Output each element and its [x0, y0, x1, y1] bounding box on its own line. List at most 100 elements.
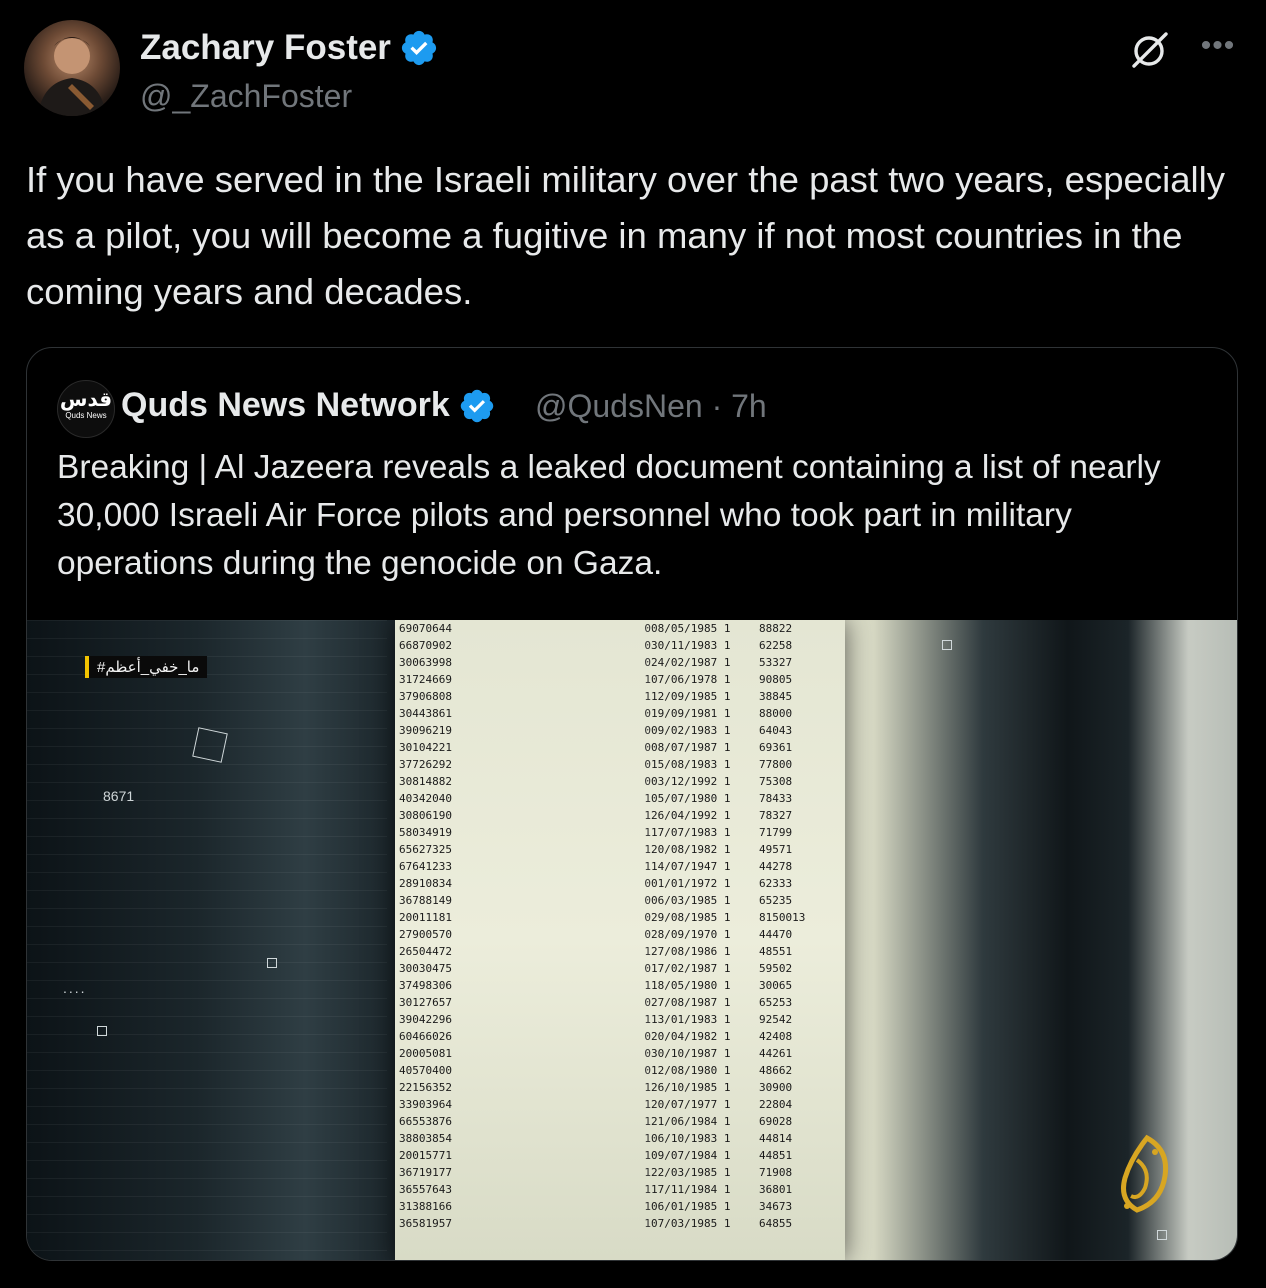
- document-cell: 37726292: [399, 758, 452, 771]
- document-cell: 30900: [759, 1081, 793, 1094]
- document-cell: 44470: [759, 928, 793, 941]
- author-handle[interactable]: @_ZachFoster: [140, 78, 352, 115]
- quote-separator: ·: [711, 388, 723, 424]
- document-cell: 27/08/1986 1: [651, 945, 731, 958]
- document-cell: 39042296: [399, 1013, 452, 1026]
- document-row: 67641233 1 14/07/1947 1 44278: [395, 858, 845, 875]
- document-cell: 22804: [759, 1098, 793, 1111]
- document-rows: 69070644 0 08/05/1985 1 88822 66870902 0 30/11…: [395, 620, 845, 1232]
- document-cell: 09/07/1984 1: [651, 1149, 731, 1162]
- document-cell: 24/02/1987 1: [651, 656, 731, 669]
- document-cell: 65235: [759, 894, 793, 907]
- document-cell: 92542: [759, 1013, 793, 1026]
- more-options-icon[interactable]: •••: [1196, 28, 1240, 68]
- document-cell: 1: [644, 1217, 651, 1230]
- document-cell: 17/07/1983 1: [651, 826, 731, 839]
- document-row: 36719177 1 22/03/1985 1 71908: [395, 1164, 845, 1181]
- document-cell: 33903964: [399, 1098, 452, 1111]
- avatar-photo: [38, 37, 106, 116]
- document-cell: 1: [644, 1013, 651, 1026]
- document-row: 40342040 1 05/07/1980 1 78433: [395, 790, 845, 807]
- leaked-document: 69070644 0 08/05/1985 1 88822 66870902 0 30/11…: [395, 620, 845, 1260]
- document-cell: 48551: [759, 945, 793, 958]
- document-cell: 77800: [759, 758, 793, 771]
- document-cell: 1: [644, 860, 651, 873]
- author-name-text[interactable]: Zachary Foster: [140, 28, 391, 68]
- document-row: 37726292 0 15/08/1983 1 77800: [395, 756, 845, 773]
- document-row: 22156352 1 26/10/1985 1 30900: [395, 1079, 845, 1096]
- document-cell: 88000: [759, 707, 793, 720]
- quote-handle[interactable]: @QudsNen: [535, 388, 703, 424]
- document-cell: 1: [644, 843, 651, 856]
- document-cell: 07/03/1985 1: [651, 1217, 731, 1230]
- document-cell: 58034919: [399, 826, 452, 839]
- tweet: Zachary Foster @_ZachFoster ••• If you h…: [0, 0, 1266, 1288]
- al-jazeera-logo-icon: [1121, 1134, 1169, 1213]
- document-cell: 30/10/1987 1: [651, 1047, 731, 1060]
- quote-meta: @QudsNen · 7h: [535, 388, 767, 425]
- media-ui-box: [1157, 1230, 1167, 1240]
- document-row: 58034919 1 17/07/1983 1 71799: [395, 824, 845, 841]
- document-cell: 44278: [759, 860, 793, 873]
- author-avatar[interactable]: [24, 20, 120, 116]
- document-cell: 30/11/1983 1: [651, 639, 731, 652]
- document-cell: 1: [644, 1081, 651, 1094]
- document-cell: 12/09/1985 1: [651, 690, 731, 703]
- document-cell: 36719177: [399, 1166, 452, 1179]
- quote-media-image[interactable]: #ما_خفي_أعظم 8671 .... 69070644 0 08/05/19…: [27, 620, 1237, 1260]
- document-cell: 37498306: [399, 979, 452, 992]
- quoted-tweet[interactable]: قدس Quds News Quds News Network @QudsNen…: [26, 347, 1238, 1261]
- document-row: 31724669 1 07/06/1978 1 90805: [395, 671, 845, 688]
- document-cell: 26504472: [399, 945, 452, 958]
- document-cell: 78433: [759, 792, 793, 805]
- document-cell: 0: [644, 741, 651, 754]
- document-cell: 08/07/1987 1: [651, 741, 731, 754]
- document-cell: 0: [644, 656, 651, 669]
- document-cell: 20005081: [399, 1047, 452, 1060]
- document-cell: 36581957: [399, 1217, 452, 1230]
- document-cell: 49571: [759, 843, 793, 856]
- document-cell: 31724669: [399, 673, 452, 686]
- document-cell: 40570400: [399, 1064, 452, 1077]
- document-cell: 1: [644, 1149, 651, 1162]
- quote-author-name[interactable]: Quds News Network: [121, 386, 496, 425]
- verified-badge-icon: [460, 389, 493, 422]
- document-row: 31388166 1 06/01/1985 1 34673: [395, 1198, 845, 1215]
- document-row: 36581957 1 07/03/1985 1 64855: [395, 1215, 845, 1232]
- media-ui-box: [942, 640, 952, 650]
- document-cell: 0: [644, 1064, 651, 1077]
- document-cell: 20011181: [399, 911, 452, 924]
- document-row: 30030475 0 17/02/1987 1 59502: [395, 960, 845, 977]
- quote-avatar[interactable]: قدس Quds News: [57, 380, 115, 438]
- document-cell: 27900570: [399, 928, 452, 941]
- document-cell: 06/03/1985 1: [651, 894, 731, 907]
- document-row: 69070644 0 08/05/1985 1 88822: [395, 620, 845, 637]
- document-cell: 69361: [759, 741, 793, 754]
- document-cell: 30814882: [399, 775, 452, 788]
- quote-time[interactable]: 7h: [731, 388, 767, 424]
- document-row: 60466026 0 20/04/1982 1 42408: [395, 1028, 845, 1045]
- document-cell: 20/07/1977 1: [651, 1098, 731, 1111]
- media-left-panel: [27, 620, 387, 1260]
- document-row: 30104221 0 08/07/1987 1 69361: [395, 739, 845, 756]
- document-cell: 22156352: [399, 1081, 452, 1094]
- document-row: 37498306 1 18/05/1980 1 30065: [395, 977, 845, 994]
- document-cell: 0: [644, 758, 651, 771]
- document-cell: 44851: [759, 1149, 793, 1162]
- document-row: 30806190 1 26/04/1992 1 78327: [395, 807, 845, 824]
- document-cell: 30065: [759, 979, 793, 992]
- document-cell: 65253: [759, 996, 793, 1009]
- document-cell: 42408: [759, 1030, 793, 1043]
- document-cell: 59502: [759, 962, 793, 975]
- quote-author-name-text[interactable]: Quds News Network: [121, 386, 450, 425]
- quote-avatar-logo-ar: قدس: [59, 389, 113, 411]
- document-cell: 62258: [759, 639, 793, 652]
- document-cell: 1: [644, 1166, 651, 1179]
- document-cell: 13/01/1983 1: [651, 1013, 731, 1026]
- document-cell: 06/10/1983 1: [651, 1132, 731, 1145]
- grok-icon[interactable]: [1128, 28, 1172, 72]
- document-cell: 30063998: [399, 656, 452, 669]
- document-cell: 30104221: [399, 741, 452, 754]
- document-cell: 1: [644, 809, 651, 822]
- author-name[interactable]: Zachary Foster: [140, 28, 439, 68]
